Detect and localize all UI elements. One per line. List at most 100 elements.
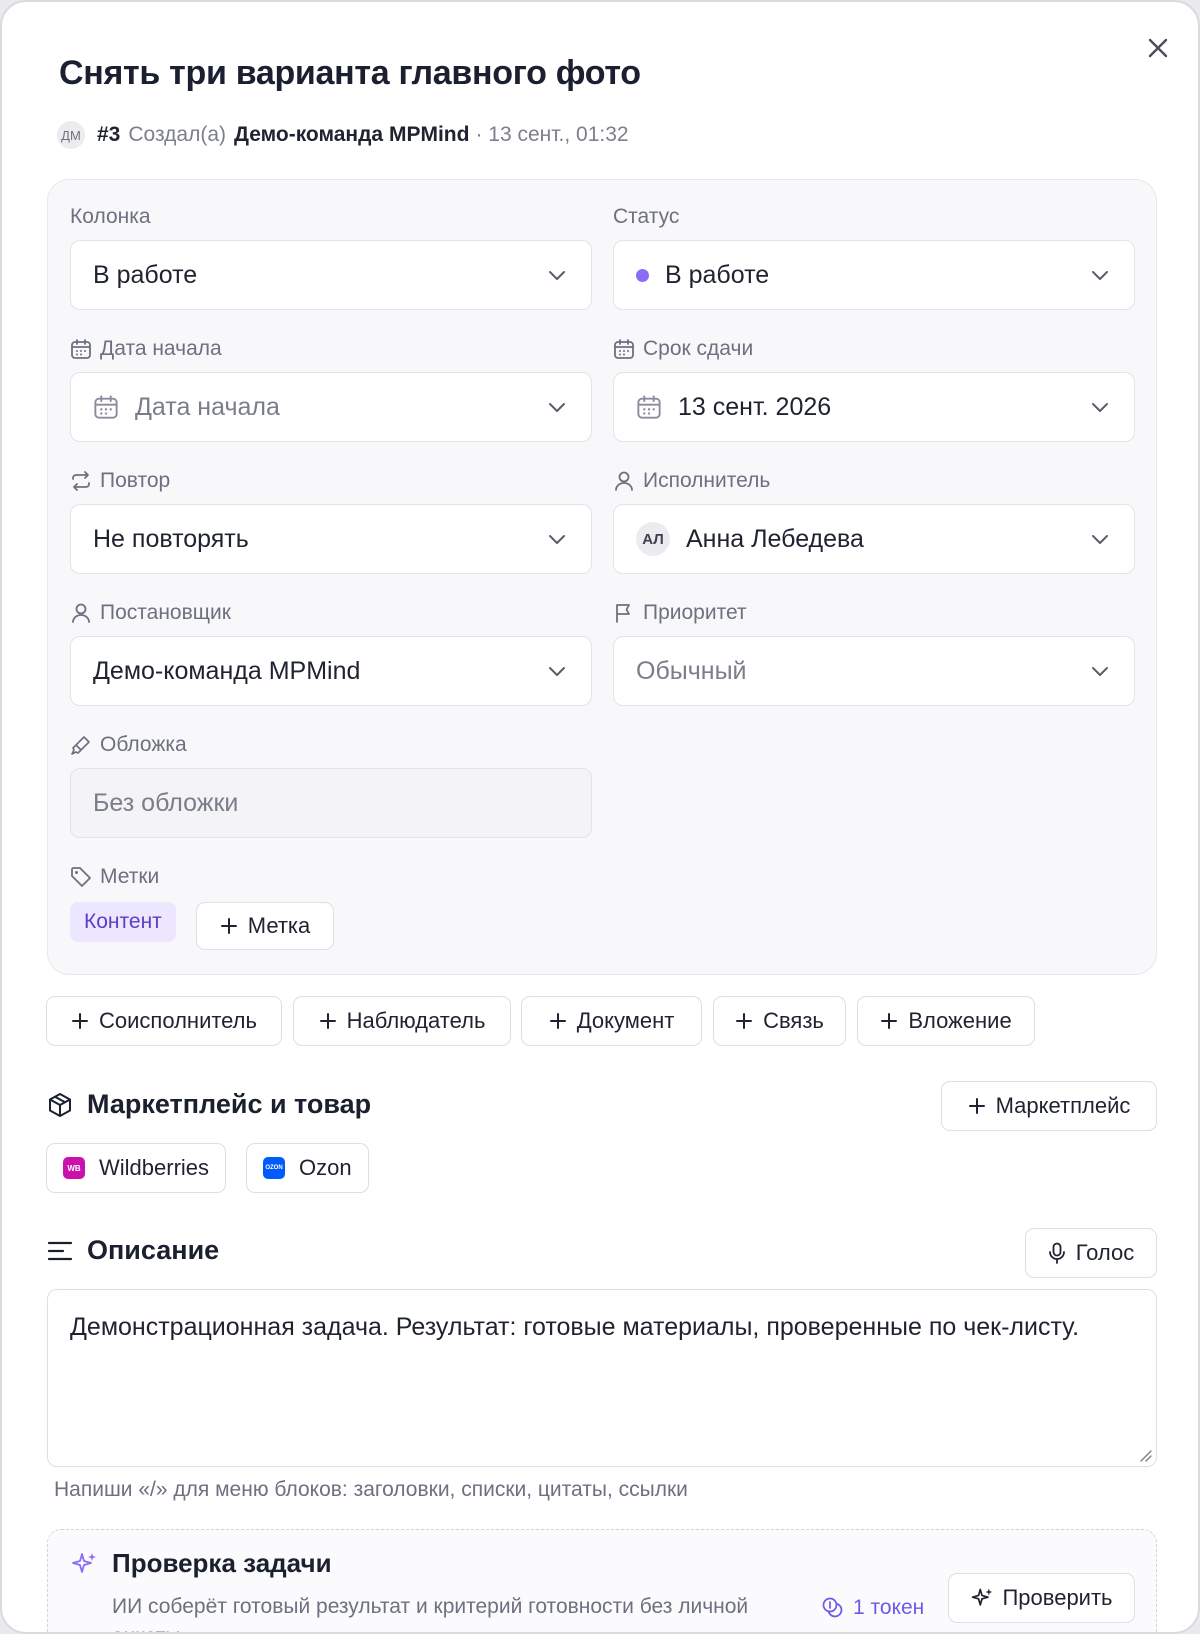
created-by-label: Создал(а)	[128, 123, 226, 146]
voice-label: Голос	[1075, 1240, 1135, 1265]
task-properties-panel: Колонка В работе Статус В работе Дата на…	[47, 179, 1157, 975]
assignee-value: Анна Лебедева	[686, 524, 864, 553]
assignee-select[interactable]: АЛ Анна Лебедева	[613, 504, 1135, 574]
description-textarea[interactable]: Демонстрационная задача. Результат: гото…	[47, 1289, 1157, 1467]
start-date-label-text: Дата начала	[100, 337, 222, 360]
task-title[interactable]: Снять три варианта главного фото	[59, 54, 641, 93]
task-check-card: Проверка задачи ИИ соберёт готовый резул…	[47, 1529, 1157, 1632]
task-modal: Снять три варианта главного фото ДМ #3 С…	[0, 0, 1200, 1634]
reporter-value: Демо-команда MPMind	[93, 656, 361, 685]
tag-chip[interactable]: Контент	[70, 902, 176, 942]
repeat-label-text: Повтор	[100, 469, 171, 492]
tags-label: Метки	[70, 864, 159, 890]
assignee-label: Исполнитель	[613, 468, 770, 494]
package-icon	[49, 1092, 71, 1117]
start-date-placeholder: Дата начала	[135, 392, 280, 421]
add-marketplace-label: Маркетплейс	[995, 1093, 1131, 1118]
add-marketplace-button[interactable]: Маркетплейс	[941, 1081, 1157, 1131]
chevron-down-icon	[1092, 271, 1108, 280]
author-avatar: ДМ	[57, 121, 85, 149]
status-label-text: Статус	[613, 205, 680, 228]
co-assignee-label: Соисполнитель	[99, 1008, 257, 1033]
start-date-picker[interactable]: Дата начала	[70, 372, 592, 442]
description-title-text: Описание	[87, 1235, 220, 1265]
chevron-down-icon	[1092, 667, 1108, 676]
repeat-select[interactable]: Не повторять	[70, 504, 592, 574]
chevron-down-icon	[549, 403, 565, 412]
sparkles-icon	[972, 1588, 993, 1606]
sparkles-icon	[72, 1552, 96, 1573]
cover-value: Без обложки	[93, 788, 239, 817]
user-icon	[72, 603, 90, 623]
calendar-icon	[637, 395, 661, 419]
plus-icon	[549, 1013, 566, 1029]
start-date-label: Дата начала	[70, 336, 222, 362]
chevron-down-icon	[1092, 535, 1108, 544]
check-title: Проверка задачи	[70, 1548, 332, 1579]
add-link-button[interactable]: Связь	[713, 996, 846, 1046]
marketplace-chip-ozon[interactable]: OZON Ozon	[246, 1143, 369, 1193]
plus-icon	[968, 1098, 985, 1114]
add-tag-button[interactable]: Метка	[196, 902, 334, 950]
column-label-text: Колонка	[70, 205, 151, 228]
marketplace-title-text: Маркетплейс и товар	[87, 1089, 372, 1119]
status-dot	[636, 268, 649, 282]
priority-label: Приоритет	[613, 600, 747, 626]
reporter-label: Постановщик	[70, 600, 231, 626]
verify-button[interactable]: Проверить	[948, 1573, 1135, 1623]
repeat-icon	[72, 471, 90, 491]
coins-icon	[822, 1597, 843, 1618]
wildberries-label: Wildberries	[99, 1155, 210, 1180]
voice-input-button[interactable]: Голос	[1025, 1228, 1157, 1278]
close-icon	[1148, 38, 1168, 58]
tags-label-text: Метки	[100, 865, 160, 888]
description-hint: Напиши «/» для меню блоков: заголовки, с…	[54, 1478, 688, 1501]
due-date-label-text: Срок сдачи	[643, 337, 754, 360]
calendar-icon	[94, 395, 118, 419]
add-document-button[interactable]: Документ	[521, 996, 702, 1046]
due-date-label: Срок сдачи	[613, 336, 753, 362]
add-attachment-button[interactable]: Вложение	[857, 996, 1035, 1046]
priority-value: Обычный	[636, 656, 747, 685]
priority-select[interactable]: Обычный	[613, 636, 1135, 706]
status-select[interactable]: В работе	[613, 240, 1135, 310]
plus-icon	[220, 918, 237, 934]
chevron-down-icon	[1092, 403, 1108, 412]
wildberries-logo-icon: WB	[63, 1157, 85, 1179]
add-co-assignee-button[interactable]: Соисполнитель	[46, 996, 282, 1046]
add-observer-button[interactable]: Наблюдатель	[293, 996, 511, 1046]
marketplace-section-title: Маркетплейс и товар	[47, 1089, 371, 1120]
verify-label: Проверить	[1002, 1585, 1113, 1610]
plus-icon	[881, 1013, 898, 1029]
observer-label: Наблюдатель	[346, 1008, 486, 1033]
token-cost: 1 токен	[821, 1596, 924, 1620]
chevron-down-icon	[549, 535, 565, 544]
author-name: Демо-команда MPMind	[234, 123, 470, 146]
attachment-label: Вложение	[908, 1008, 1012, 1033]
priority-label-text: Приоритет	[643, 601, 747, 624]
add-tag-label: Метка	[247, 913, 311, 938]
flag-icon	[616, 604, 630, 623]
document-label: Документ	[576, 1008, 675, 1033]
link-label: Связь	[763, 1008, 824, 1033]
resize-handle-icon[interactable]	[1138, 1448, 1152, 1462]
column-select[interactable]: В работе	[70, 240, 592, 310]
due-date-value: 13 сент. 2026	[678, 392, 832, 421]
cover-label-text: Обложка	[100, 733, 187, 756]
microphone-icon	[1048, 1242, 1065, 1264]
cover-field[interactable]: Без обложки	[70, 768, 592, 838]
user-icon	[615, 471, 633, 491]
calendar-icon	[71, 339, 91, 359]
column-label: Колонка	[70, 204, 151, 230]
chevron-down-icon	[549, 667, 565, 676]
due-date-picker[interactable]: 13 сент. 2026	[613, 372, 1135, 442]
description-section-title: Описание	[47, 1235, 219, 1266]
marketplace-chip-wildberries[interactable]: WB Wildberries	[46, 1143, 227, 1193]
assignee-label-text: Исполнитель	[643, 469, 771, 492]
plus-icon	[319, 1013, 336, 1029]
close-button[interactable]	[1144, 34, 1172, 62]
tag-icon	[71, 867, 91, 887]
status-label: Статус	[613, 204, 679, 230]
reporter-select[interactable]: Демо-команда MPMind	[70, 636, 592, 706]
text-align-icon	[47, 1241, 73, 1260]
